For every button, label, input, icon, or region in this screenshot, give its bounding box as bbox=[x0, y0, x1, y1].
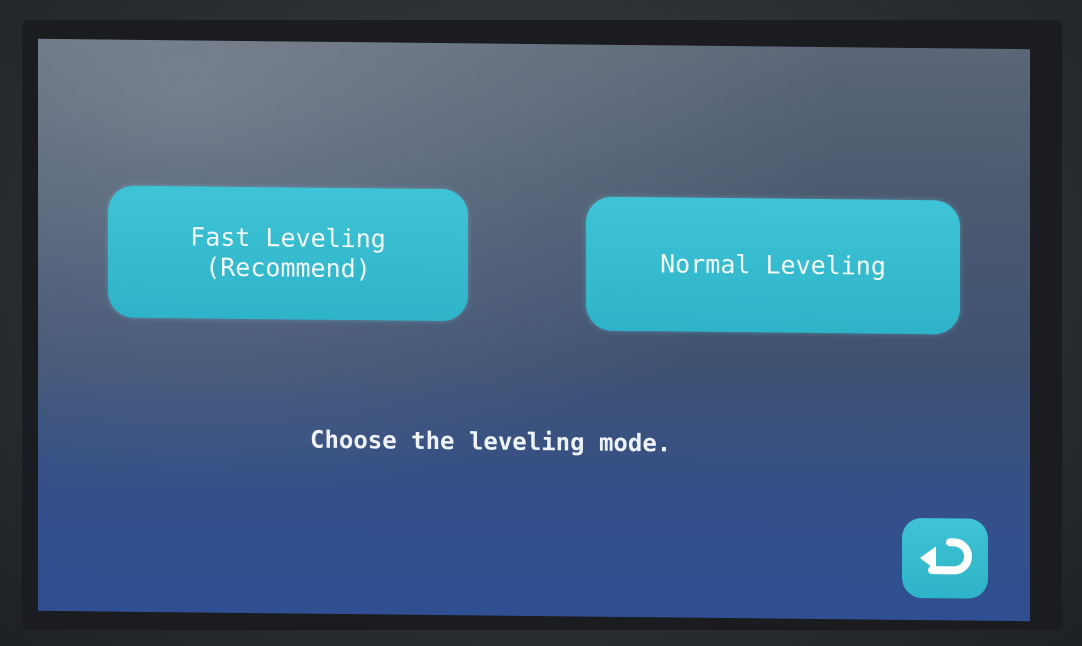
fast-leveling-button[interactable]: Fast Leveling (Recommend) bbox=[108, 185, 468, 322]
leveling-mode-prompt: Choose the leveling mode. bbox=[310, 425, 672, 458]
fast-leveling-label: Fast Leveling bbox=[190, 222, 386, 254]
return-arrow-icon bbox=[920, 538, 972, 575]
touch-screen: Fast Leveling (Recommend) Normal Levelin… bbox=[38, 38, 1030, 622]
back-button[interactable] bbox=[902, 517, 988, 599]
fast-leveling-recommend-label: (Recommend) bbox=[205, 252, 371, 284]
normal-leveling-button[interactable]: Normal Leveling bbox=[586, 196, 960, 335]
normal-leveling-label: Normal Leveling bbox=[660, 249, 886, 281]
